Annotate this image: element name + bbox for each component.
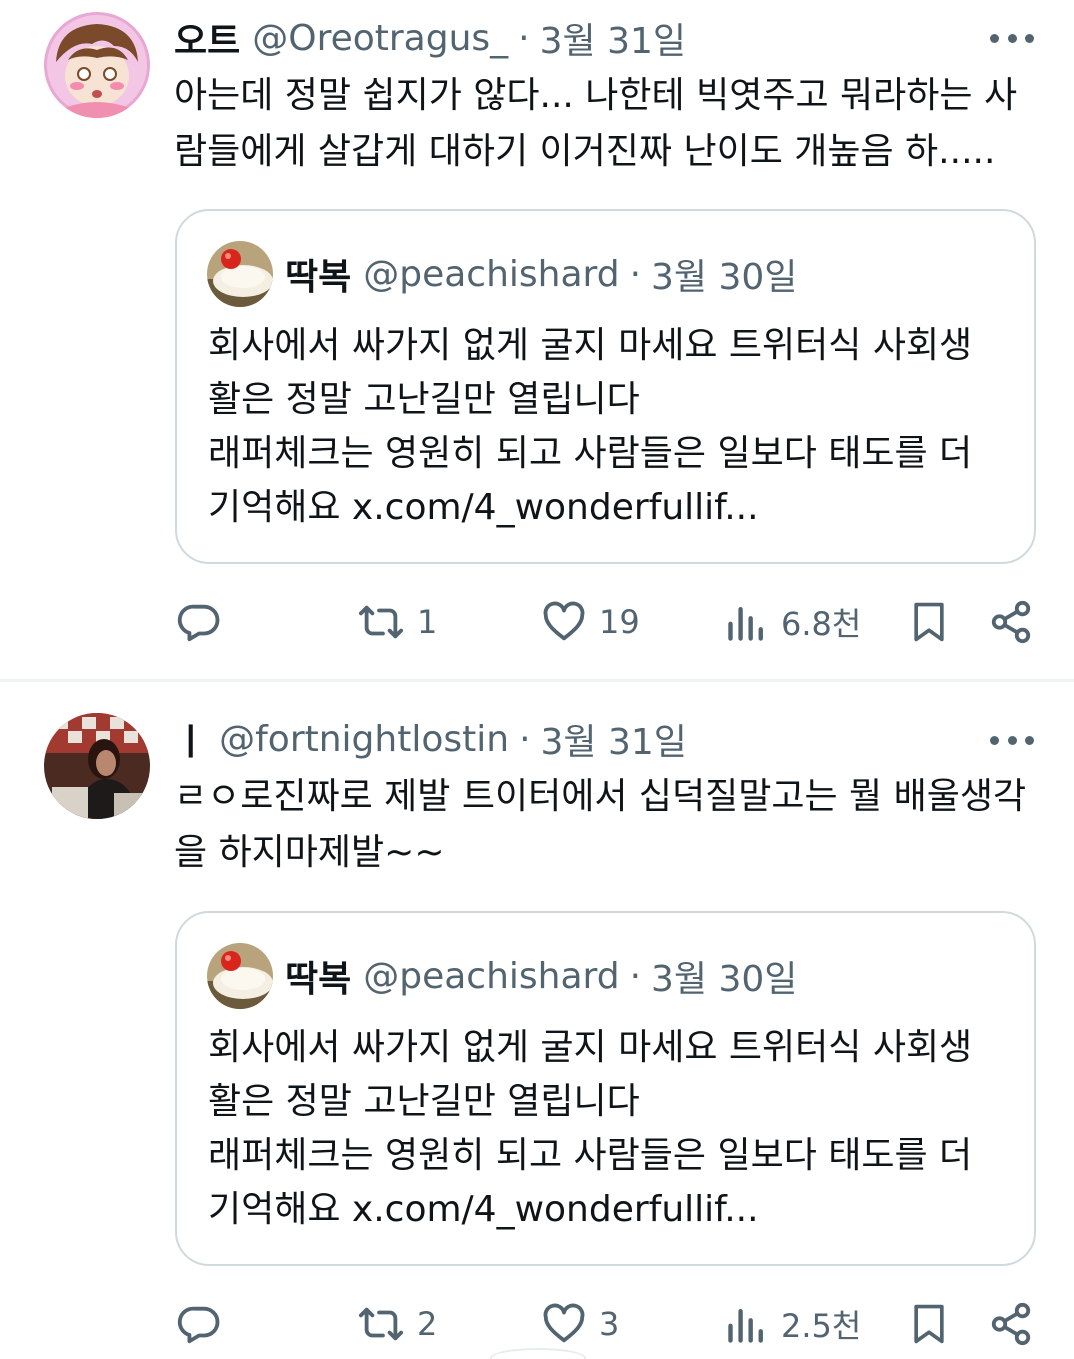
separator-dot: · (518, 17, 530, 59)
retweet-arrows-icon (358, 1307, 404, 1341)
action-bar: 2 3 2.5천 (0, 1294, 1074, 1354)
quoted-text-line: 기억해요 x.com/4_wonderfullif... (208, 487, 759, 528)
like-button[interactable]: 3 (541, 1294, 619, 1354)
like-count: 19 (599, 603, 640, 641)
like-count: 3 (599, 1305, 620, 1343)
share-nodes-icon (991, 600, 1031, 644)
quoted-tweet[interactable]: 딱복 @peachishard · 3월 30일 회사에서 싸가지 없게 굴지 … (175, 209, 1036, 564)
speech-bubble-icon (177, 604, 220, 642)
quoted-tweet[interactable]: 딱복 @peachishard · 3월 30일 회사에서 싸가지 없게 굴지 … (175, 911, 1036, 1266)
tweet-header: 오트 @Oreotragus_ · 3월 31일 (174, 13, 686, 63)
tweet-header: ㅣ @fortnightlostin · 3월 31일 (174, 714, 687, 764)
quoted-avatar (207, 943, 273, 1009)
more-dots-icon[interactable] (990, 28, 1034, 48)
retweet-button[interactable]: 1 (357, 592, 437, 652)
quoted-text: 회사에서 싸가지 없게 굴지 마세요 트위터식 사회생 활은 정말 고난길만 열… (208, 319, 1008, 535)
bar-chart-icon (728, 606, 763, 641)
user-handle[interactable]: @Oreotragus_ (252, 18, 508, 59)
quoted-text-line: 활은 정말 고난길만 열립니다 (208, 1081, 640, 1122)
views-count: 6.8천 (781, 605, 862, 643)
quoted-header: 딱복 @peachishard · 3월 30일 (285, 247, 797, 301)
views-button[interactable]: 6.8천 (725, 592, 861, 652)
quoted-date: 3월 30일 (651, 257, 798, 298)
quoted-handle: @peachishard (363, 955, 620, 997)
share-button[interactable] (988, 592, 1034, 652)
bookmark-button[interactable] (907, 1294, 951, 1354)
quoted-header: 딱복 @peachishard · 3월 30일 (285, 949, 797, 1003)
reply-button[interactable] (176, 592, 234, 652)
tweet-date[interactable]: 3월 31일 (540, 12, 686, 64)
like-button[interactable]: 19 (541, 592, 640, 652)
tweet-text: ㄹㅇ로진짜로 제발 트이터에서 십덕질말고는 뭘 배울생각 을 하지마제발~~ (174, 769, 1044, 881)
bar-chart-icon (728, 1308, 763, 1343)
tweet[interactable]: ㅣ @fortnightlostin · 3월 31일 ㄹㅇ로진짜로 제발 트이… (0, 700, 1074, 1359)
share-nodes-icon (991, 1302, 1031, 1346)
tweet-divider (0, 679, 1074, 682)
display-name[interactable]: 오트 (174, 12, 240, 64)
tweet-text: 아는데 정말 쉽지가 않다... 나한테 빅엿주고 뭐라하는 사 람들에게 살갑… (174, 68, 1044, 180)
tweet-text-line: ㄹㅇ로진짜로 제발 트이터에서 십덕질말고는 뭘 배울생각 (174, 776, 1027, 817)
heart-icon (543, 601, 585, 641)
retweet-button[interactable]: 2 (357, 1294, 437, 1354)
quoted-text-line: 래퍼체크는 영원히 되고 사람들은 일보다 태도를 더 (208, 1135, 973, 1176)
heart-icon (543, 1303, 585, 1343)
bookmark-button[interactable] (907, 592, 951, 652)
bookmark-icon (914, 1304, 944, 1344)
share-button[interactable] (988, 1294, 1034, 1354)
tweet[interactable]: 오트 @Oreotragus_ · 3월 31일 아는데 정말 쉽지가 않다..… (0, 0, 1074, 680)
avatar[interactable] (44, 12, 150, 118)
avatar[interactable] (44, 713, 150, 819)
user-handle[interactable]: @fortnightlostin (219, 719, 509, 760)
views-count: 2.5천 (781, 1307, 862, 1345)
retweet-count: 1 (417, 603, 438, 641)
retweet-arrows-icon (358, 605, 404, 639)
quoted-text: 회사에서 싸가지 없게 굴지 마세요 트위터식 사회생 활은 정말 고난길만 열… (208, 1021, 1008, 1237)
quoted-text-line: 활은 정말 고난길만 열립니다 (208, 379, 640, 420)
quoted-handle: @peachishard (363, 253, 620, 295)
quoted-text-line: 회사에서 싸가지 없게 굴지 마세요 트위터식 사회생 (208, 1027, 973, 1068)
quoted-text-line: 래퍼체크는 영원히 되고 사람들은 일보다 태도를 더 (208, 433, 973, 474)
speech-bubble-icon (177, 1306, 220, 1344)
tweet-text-line: 람들에게 살갑게 대하기 이거진짜 난이도 개높음 하..... (174, 131, 996, 172)
bookmark-icon (914, 602, 944, 642)
separator-dot: · (519, 718, 531, 760)
quoted-text-line: 회사에서 싸가지 없게 굴지 마세요 트위터식 사회생 (208, 325, 973, 366)
separator-dot: · (629, 955, 642, 997)
quoted-date: 3월 30일 (651, 959, 798, 1000)
action-bar: 1 19 6.8천 (0, 592, 1074, 652)
display-name[interactable]: ㅣ (174, 713, 207, 765)
reply-button[interactable] (176, 1294, 234, 1354)
more-dots-icon[interactable] (990, 730, 1034, 750)
views-button[interactable]: 2.5천 (725, 1294, 861, 1354)
quoted-avatar (207, 241, 273, 307)
quoted-display-name: 딱복 (285, 257, 352, 298)
quoted-text-line: 기억해요 x.com/4_wonderfullif... (208, 1189, 759, 1230)
retweet-count: 2 (417, 1305, 438, 1343)
quoted-display-name: 딱복 (285, 959, 352, 1000)
separator-dot: · (629, 253, 642, 295)
tweet-date[interactable]: 3월 31일 (541, 713, 687, 765)
tweet-text-line: 아는데 정말 쉽지가 않다... 나한테 빅엿주고 뭐라하는 사 (174, 75, 1018, 116)
tweet-text-line: 을 하지마제발~~ (174, 832, 445, 873)
